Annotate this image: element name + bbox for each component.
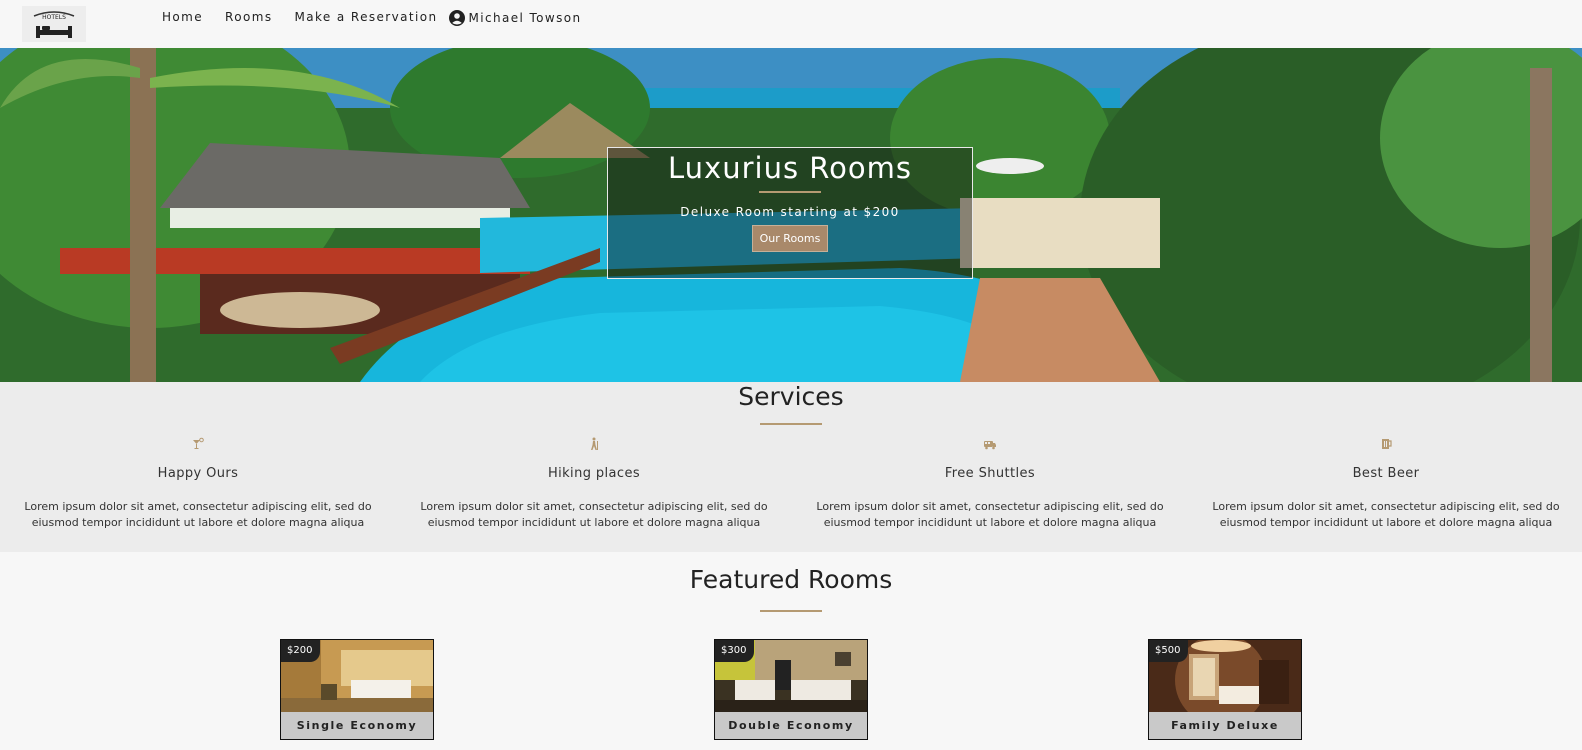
user-menu[interactable]: Michael Towson <box>449 10 581 26</box>
hero-divider <box>759 191 821 193</box>
service-description: Lorem ipsum dolor sit amet, consectetur … <box>420 500 768 529</box>
service-description: Lorem ipsum dolor sit amet, consectetur … <box>816 500 1164 529</box>
user-name: Michael Towson <box>468 11 582 25</box>
hero-banner: Luxurius Rooms Deluxe Room starting at $… <box>0 48 1582 382</box>
hero-title: Luxurius Rooms <box>668 151 912 185</box>
featured-rooms-title: Featured Rooms <box>689 565 893 594</box>
nav-reservation-link[interactable]: Make a Reservation <box>294 10 437 24</box>
featured-divider <box>760 610 822 612</box>
service-card: Happy Ours Lorem ipsum dolor sit amet, c… <box>0 436 396 531</box>
room-card-family-deluxe[interactable]: $500 Family Deluxe <box>1148 639 1302 740</box>
logo-text: HOTELS <box>42 14 66 21</box>
service-card: Hiking places Lorem ipsum dolor sit amet… <box>396 436 792 531</box>
room-card-single-economy[interactable]: $200 Single Economy <box>280 639 434 740</box>
service-name: Best Beer <box>1352 466 1420 481</box>
nav-home-link[interactable]: Home <box>162 10 203 24</box>
service-description: Lorem ipsum dolor sit amet, consectetur … <box>1212 500 1560 529</box>
shuttle-icon <box>984 441 996 450</box>
room-name: Single Economy <box>281 712 433 739</box>
beer-icon <box>1382 439 1392 449</box>
hero-caption-box: Luxurius Rooms Deluxe Room starting at $… <box>607 147 973 279</box>
services-divider <box>760 423 822 425</box>
service-name: Free Shuttles <box>944 466 1036 481</box>
service-name: Hiking places <box>547 466 641 481</box>
room-name: Double Economy <box>715 712 867 739</box>
featured-rooms-section: Featured Rooms $200 Single Economy $300 … <box>0 552 1582 750</box>
service-card: Free Shuttles Lorem ipsum dolor sit amet… <box>792 436 1188 531</box>
service-card: Best Beer Lorem ipsum dolor sit amet, co… <box>1188 436 1582 531</box>
hero-subtitle: Deluxe Room starting at $200 <box>680 205 900 219</box>
hiking-icon <box>591 437 598 450</box>
user-avatar-icon <box>449 10 466 26</box>
services-title: Services <box>738 382 844 411</box>
services-section: Services Happy Ours Lorem ipsum dolor si… <box>0 382 1582 552</box>
room-price-badge: $500 <box>1149 640 1189 662</box>
service-name: Happy Ours <box>157 466 239 481</box>
top-navbar: HOTELS Home Rooms Make a Reservation Mic… <box>0 0 1582 48</box>
service-description: Lorem ipsum dolor sit amet, consectetur … <box>24 500 372 529</box>
room-price-badge: $200 <box>281 640 321 662</box>
cocktail-icon <box>193 437 204 449</box>
nav-rooms-link[interactable]: Rooms <box>225 10 272 24</box>
room-card-double-economy[interactable]: $300 Double Economy <box>714 639 868 740</box>
hotel-logo[interactable]: HOTELS <box>22 6 86 42</box>
room-name: Family Deluxe <box>1149 712 1301 739</box>
our-rooms-button[interactable]: Our Rooms <box>751 225 829 252</box>
room-price-badge: $300 <box>715 640 755 662</box>
